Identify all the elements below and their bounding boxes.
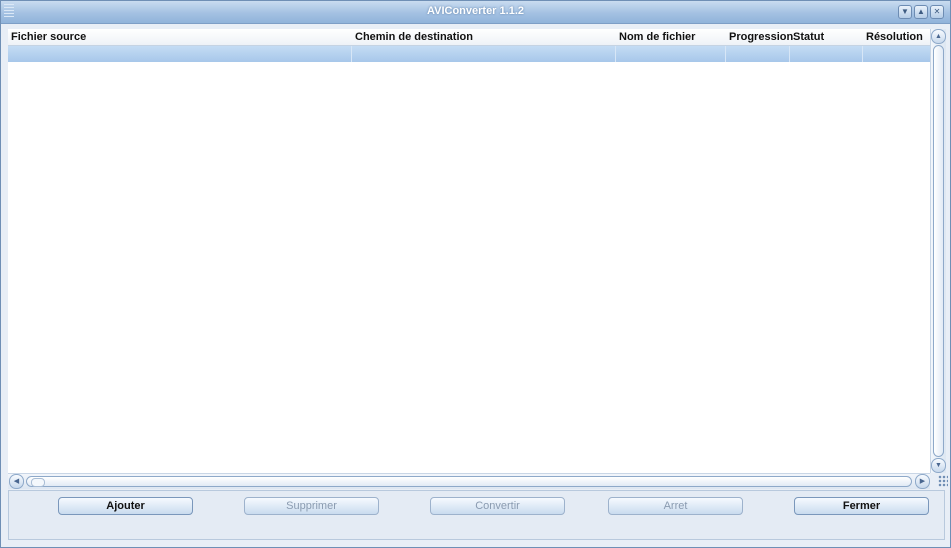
convert-button[interactable]: Convertir	[430, 497, 565, 515]
button-bar: Ajouter Supprimer Convertir Arret Fermer	[8, 490, 945, 540]
add-button[interactable]: Ajouter	[58, 497, 193, 515]
scroll-right-icon[interactable]: ▶	[915, 474, 930, 489]
cell-status	[790, 46, 863, 62]
window-controls: ▼ ▲ ✕	[898, 5, 944, 19]
resize-grip-icon[interactable]	[938, 475, 948, 487]
column-header-source[interactable]: Fichier source	[8, 29, 348, 45]
horizontal-scrollbar[interactable]: ◀ ▶	[8, 473, 930, 489]
app-window: AVIConverter 1.1.2 ▼ ▲ ✕ Fichier source …	[0, 0, 951, 548]
minimize-icon[interactable]: ▼	[898, 5, 912, 19]
scroll-down-icon[interactable]: ▼	[931, 458, 946, 473]
close-icon[interactable]: ✕	[930, 5, 944, 19]
close-button[interactable]: Fermer	[794, 497, 929, 515]
horizontal-scroll-thumb[interactable]	[26, 476, 912, 487]
vertical-scroll-thumb[interactable]	[933, 45, 944, 457]
column-header-destination[interactable]: Chemin de destination	[352, 29, 614, 45]
scroll-left-icon[interactable]: ◀	[9, 474, 24, 489]
cell-progress	[726, 46, 790, 62]
maximize-icon[interactable]: ▲	[914, 5, 928, 19]
cell-destination	[352, 46, 616, 62]
stop-button[interactable]: Arret	[608, 497, 743, 515]
column-header-status[interactable]: Statut	[790, 29, 860, 45]
window-title: AVIConverter 1.1.2	[426, 5, 524, 17]
table-header: Fichier source Chemin de destination Nom…	[8, 29, 930, 46]
cell-filename	[616, 46, 726, 62]
column-header-resolution[interactable]: Résolution	[863, 29, 930, 45]
scroll-thumb-grip-icon	[31, 478, 45, 487]
remove-button[interactable]: Supprimer	[244, 497, 379, 515]
cell-source	[8, 46, 352, 62]
vertical-scrollbar[interactable]: ▲ ▼	[930, 29, 946, 473]
scroll-up-icon[interactable]: ▲	[931, 29, 946, 44]
title-bar[interactable]: AVIConverter 1.1.2 ▼ ▲ ✕	[1, 1, 950, 24]
conversion-table: Fichier source Chemin de destination Nom…	[8, 29, 930, 473]
column-header-progress[interactable]: Progression	[726, 29, 793, 45]
column-header-filename[interactable]: Nom de fichier	[616, 29, 726, 45]
cell-resolution	[863, 46, 930, 62]
table-row[interactable]	[8, 46, 930, 62]
